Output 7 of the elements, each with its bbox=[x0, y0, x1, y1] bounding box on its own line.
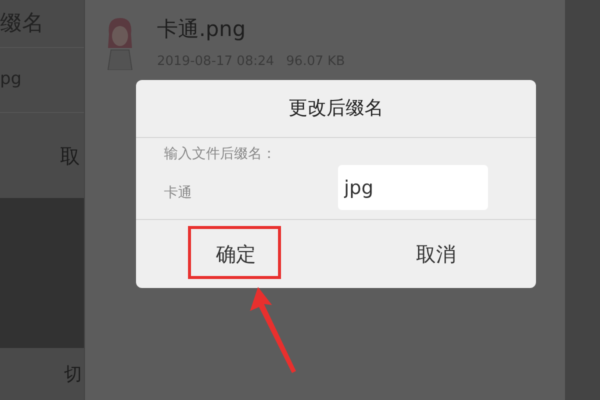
dialog-button[interactable]: 确定 bbox=[212, 239, 260, 269]
prompt-label: 输入文件后缀名： bbox=[164, 145, 277, 164]
dialog-title: 更改后缀名 bbox=[288, 96, 384, 122]
file-name: 卡通.png bbox=[157, 16, 247, 43]
dialog-button[interactable]: 取消 bbox=[412, 239, 460, 269]
extension-field[interactable]: jpg bbox=[338, 165, 488, 210]
base-name: 卡通 bbox=[164, 184, 192, 203]
